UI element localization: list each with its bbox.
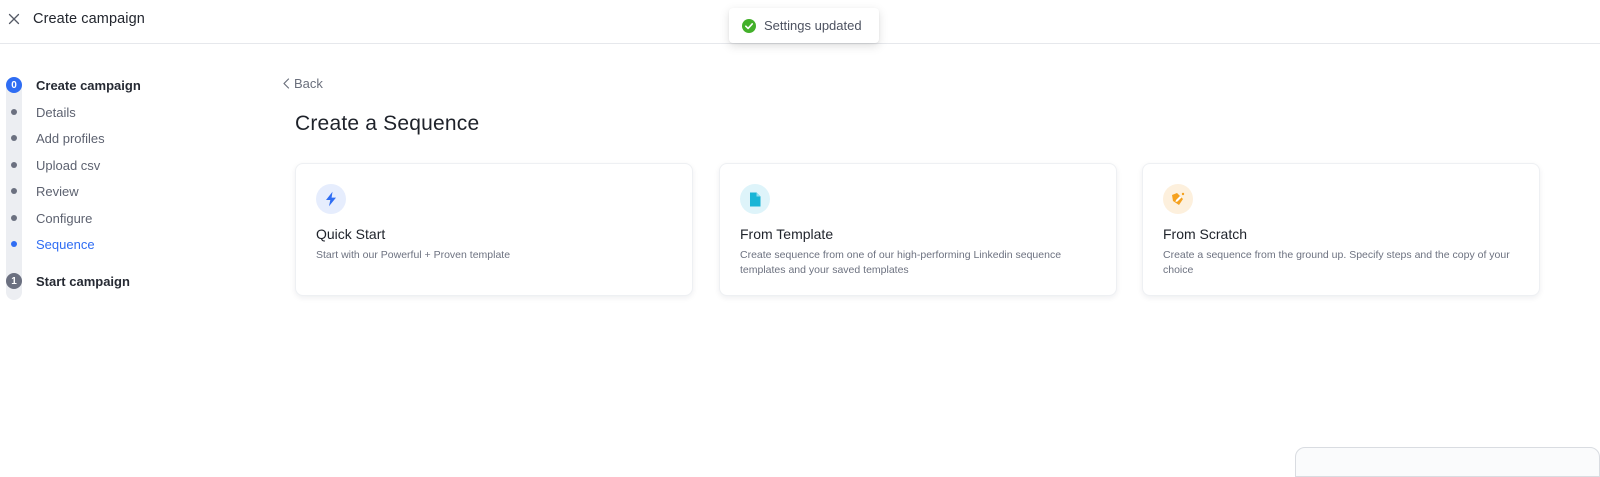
substep-sequence[interactable]: Sequence bbox=[0, 234, 220, 254]
card-description: Create a sequence from the ground up. Sp… bbox=[1163, 249, 1510, 276]
from-scratch-card[interactable]: From Scratch Create a sequence from the … bbox=[1142, 163, 1540, 296]
step-start-campaign[interactable]: 1 Start campaign bbox=[0, 271, 220, 291]
substep-dot bbox=[11, 162, 17, 168]
substep-review[interactable]: Review bbox=[0, 181, 220, 201]
step-create-campaign[interactable]: 0 Create campaign bbox=[0, 75, 220, 95]
close-button[interactable] bbox=[4, 9, 24, 29]
substep-dot-current bbox=[11, 241, 17, 247]
card-description: Create sequence from one of our high-per… bbox=[740, 249, 1062, 276]
card-title: From Scratch bbox=[1163, 226, 1248, 242]
substep-dot bbox=[11, 109, 17, 115]
step-label: Create campaign bbox=[36, 77, 141, 93]
substep-label: Add profiles bbox=[36, 130, 105, 146]
substep-dot bbox=[11, 188, 17, 194]
pencil-sparkle-icon bbox=[1163, 184, 1193, 214]
check-circle-icon bbox=[742, 18, 756, 33]
bottom-panel-tab[interactable] bbox=[1295, 447, 1600, 477]
close-icon bbox=[8, 13, 20, 25]
substep-label: Sequence bbox=[36, 236, 95, 252]
page-header-title: Create campaign bbox=[33, 11, 145, 27]
chevron-left-icon bbox=[283, 78, 290, 89]
substep-configure[interactable]: Configure bbox=[0, 208, 220, 228]
substep-add-profiles[interactable]: Add profiles bbox=[0, 128, 220, 148]
card-title: From Template bbox=[740, 226, 834, 242]
page-title: Create a Sequence bbox=[295, 112, 480, 135]
step-number-badge: 1 bbox=[6, 273, 22, 289]
substep-label: Configure bbox=[36, 210, 93, 226]
quick-start-card[interactable]: Quick Start Start with our Powerful + Pr… bbox=[295, 163, 693, 296]
toast-notification: Settings updated bbox=[729, 8, 879, 43]
lightning-icon bbox=[316, 184, 346, 214]
substep-dot bbox=[11, 215, 17, 221]
substep-label: Review bbox=[36, 183, 79, 199]
step-number-badge: 0 bbox=[6, 77, 22, 93]
document-icon bbox=[740, 184, 770, 214]
from-template-card[interactable]: From Template Create sequence from one o… bbox=[719, 163, 1117, 296]
campaign-stepper: 0 Create campaign Details Add profiles U… bbox=[0, 74, 240, 304]
back-label: Back bbox=[294, 76, 323, 91]
back-link[interactable]: Back bbox=[282, 76, 323, 91]
substep-label: Details bbox=[36, 104, 76, 120]
step-label: Start campaign bbox=[36, 273, 130, 289]
toast-text: Settings updated bbox=[764, 18, 862, 33]
substep-details[interactable]: Details bbox=[0, 102, 220, 122]
card-title: Quick Start bbox=[316, 226, 386, 242]
substep-label: Upload csv bbox=[36, 157, 101, 173]
substep-upload-csv[interactable]: Upload csv bbox=[0, 155, 220, 175]
substep-dot bbox=[11, 135, 17, 141]
card-description: Start with our Powerful + Proven templat… bbox=[316, 249, 511, 261]
